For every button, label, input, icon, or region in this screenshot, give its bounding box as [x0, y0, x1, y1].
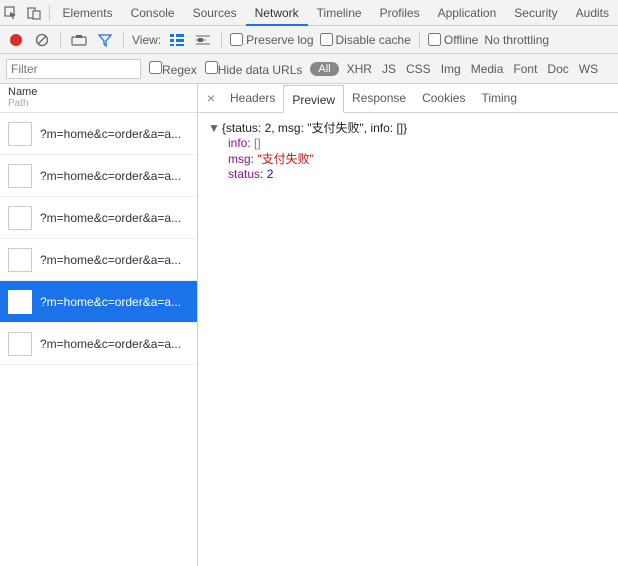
- request-thumb: [8, 290, 32, 314]
- response-field-status[interactable]: status: 2: [208, 167, 608, 181]
- tab-security[interactable]: Security: [505, 0, 566, 26]
- separator: [419, 32, 420, 48]
- filter-type-font[interactable]: Font: [513, 62, 537, 76]
- separator: [60, 32, 61, 48]
- response-field-msg[interactable]: msg: "支付失败": [208, 150, 608, 167]
- separator: [123, 32, 124, 48]
- request-thumb: [8, 206, 32, 230]
- capture-screenshots-icon[interactable]: [69, 30, 89, 50]
- expand-icon[interactable]: ▼: [208, 121, 220, 135]
- filter-input[interactable]: [6, 59, 141, 79]
- request-thumb: [8, 332, 32, 356]
- request-thumb: [8, 248, 32, 272]
- tab-sources[interactable]: Sources: [184, 0, 246, 26]
- request-label: ?m=home&c=order&a=a...: [40, 211, 189, 225]
- request-thumb: [8, 122, 32, 146]
- subtab-timing[interactable]: Timing: [473, 84, 525, 112]
- tab-timeline[interactable]: Timeline: [308, 0, 371, 26]
- request-row[interactable]: ?m=home&c=order&a=a...: [0, 239, 197, 281]
- filter-type-img[interactable]: Img: [441, 62, 461, 76]
- tab-audits[interactable]: Audits: [567, 0, 618, 26]
- request-label: ?m=home&c=order&a=a...: [40, 127, 189, 141]
- throttling-select[interactable]: No throttling: [484, 33, 549, 47]
- large-rows-icon[interactable]: [167, 30, 187, 50]
- tab-elements[interactable]: Elements: [54, 0, 122, 26]
- disable-cache-checkbox[interactable]: Disable cache: [320, 33, 411, 47]
- preview-panel: ▼{status: 2, msg: "支付失败", info: []} info…: [198, 113, 618, 566]
- request-row[interactable]: ?m=home&c=order&a=a...: [0, 323, 197, 365]
- filter-type-xhr[interactable]: XHR: [347, 62, 372, 76]
- request-label: ?m=home&c=order&a=a...: [40, 253, 189, 267]
- subtab-preview[interactable]: Preview: [283, 85, 344, 113]
- request-label: ?m=home&c=order&a=a...: [40, 337, 189, 351]
- filter-all[interactable]: All: [310, 62, 338, 76]
- filter-type-css[interactable]: CSS: [406, 62, 431, 76]
- response-field-info[interactable]: info: []: [208, 136, 608, 150]
- request-list: Name Path ?m=home&c=order&a=a... ?m=home&…: [0, 84, 198, 566]
- record-button[interactable]: [6, 30, 26, 50]
- request-row[interactable]: ?m=home&c=order&a=a...: [0, 155, 197, 197]
- filter-type-ws[interactable]: WS: [579, 62, 598, 76]
- request-label: ?m=home&c=order&a=a...: [40, 295, 189, 309]
- clear-button[interactable]: [32, 30, 52, 50]
- subtab-headers[interactable]: Headers: [222, 84, 283, 112]
- device-toggle-icon[interactable]: [22, 0, 44, 26]
- tab-network[interactable]: Network: [246, 0, 308, 26]
- view-label: View:: [132, 33, 161, 47]
- filter-icon[interactable]: [95, 30, 115, 50]
- tab-console[interactable]: Console: [122, 0, 184, 26]
- regex-checkbox[interactable]: Regex: [149, 61, 197, 77]
- filter-type-doc[interactable]: Doc: [547, 62, 568, 76]
- request-row[interactable]: ?m=home&c=order&a=a...: [0, 113, 197, 155]
- inspect-element-icon[interactable]: [0, 0, 22, 26]
- filter-type-js[interactable]: JS: [382, 62, 396, 76]
- request-row[interactable]: ?m=home&c=order&a=a...: [0, 197, 197, 239]
- separator: [221, 32, 222, 48]
- subtab-response[interactable]: Response: [344, 84, 414, 112]
- hide-data-urls-checkbox[interactable]: Hide data URLs: [205, 61, 303, 77]
- tab-application[interactable]: Application: [429, 0, 506, 26]
- filter-type-media[interactable]: Media: [471, 62, 504, 76]
- preserve-log-checkbox[interactable]: Preserve log: [230, 33, 313, 47]
- close-icon[interactable]: ×: [202, 89, 220, 107]
- list-header[interactable]: Name Path: [0, 84, 197, 113]
- request-thumb: [8, 164, 32, 188]
- offline-checkbox[interactable]: Offline: [428, 33, 478, 47]
- tab-profiles[interactable]: Profiles: [371, 0, 429, 26]
- separator: [49, 5, 50, 21]
- overview-icon[interactable]: [193, 30, 213, 50]
- request-label: ?m=home&c=order&a=a...: [40, 169, 189, 183]
- subtab-cookies[interactable]: Cookies: [414, 84, 473, 112]
- response-summary[interactable]: {status: 2, msg: "支付失败", info: []}: [222, 121, 407, 135]
- request-row[interactable]: ?m=home&c=order&a=a...: [0, 281, 197, 323]
